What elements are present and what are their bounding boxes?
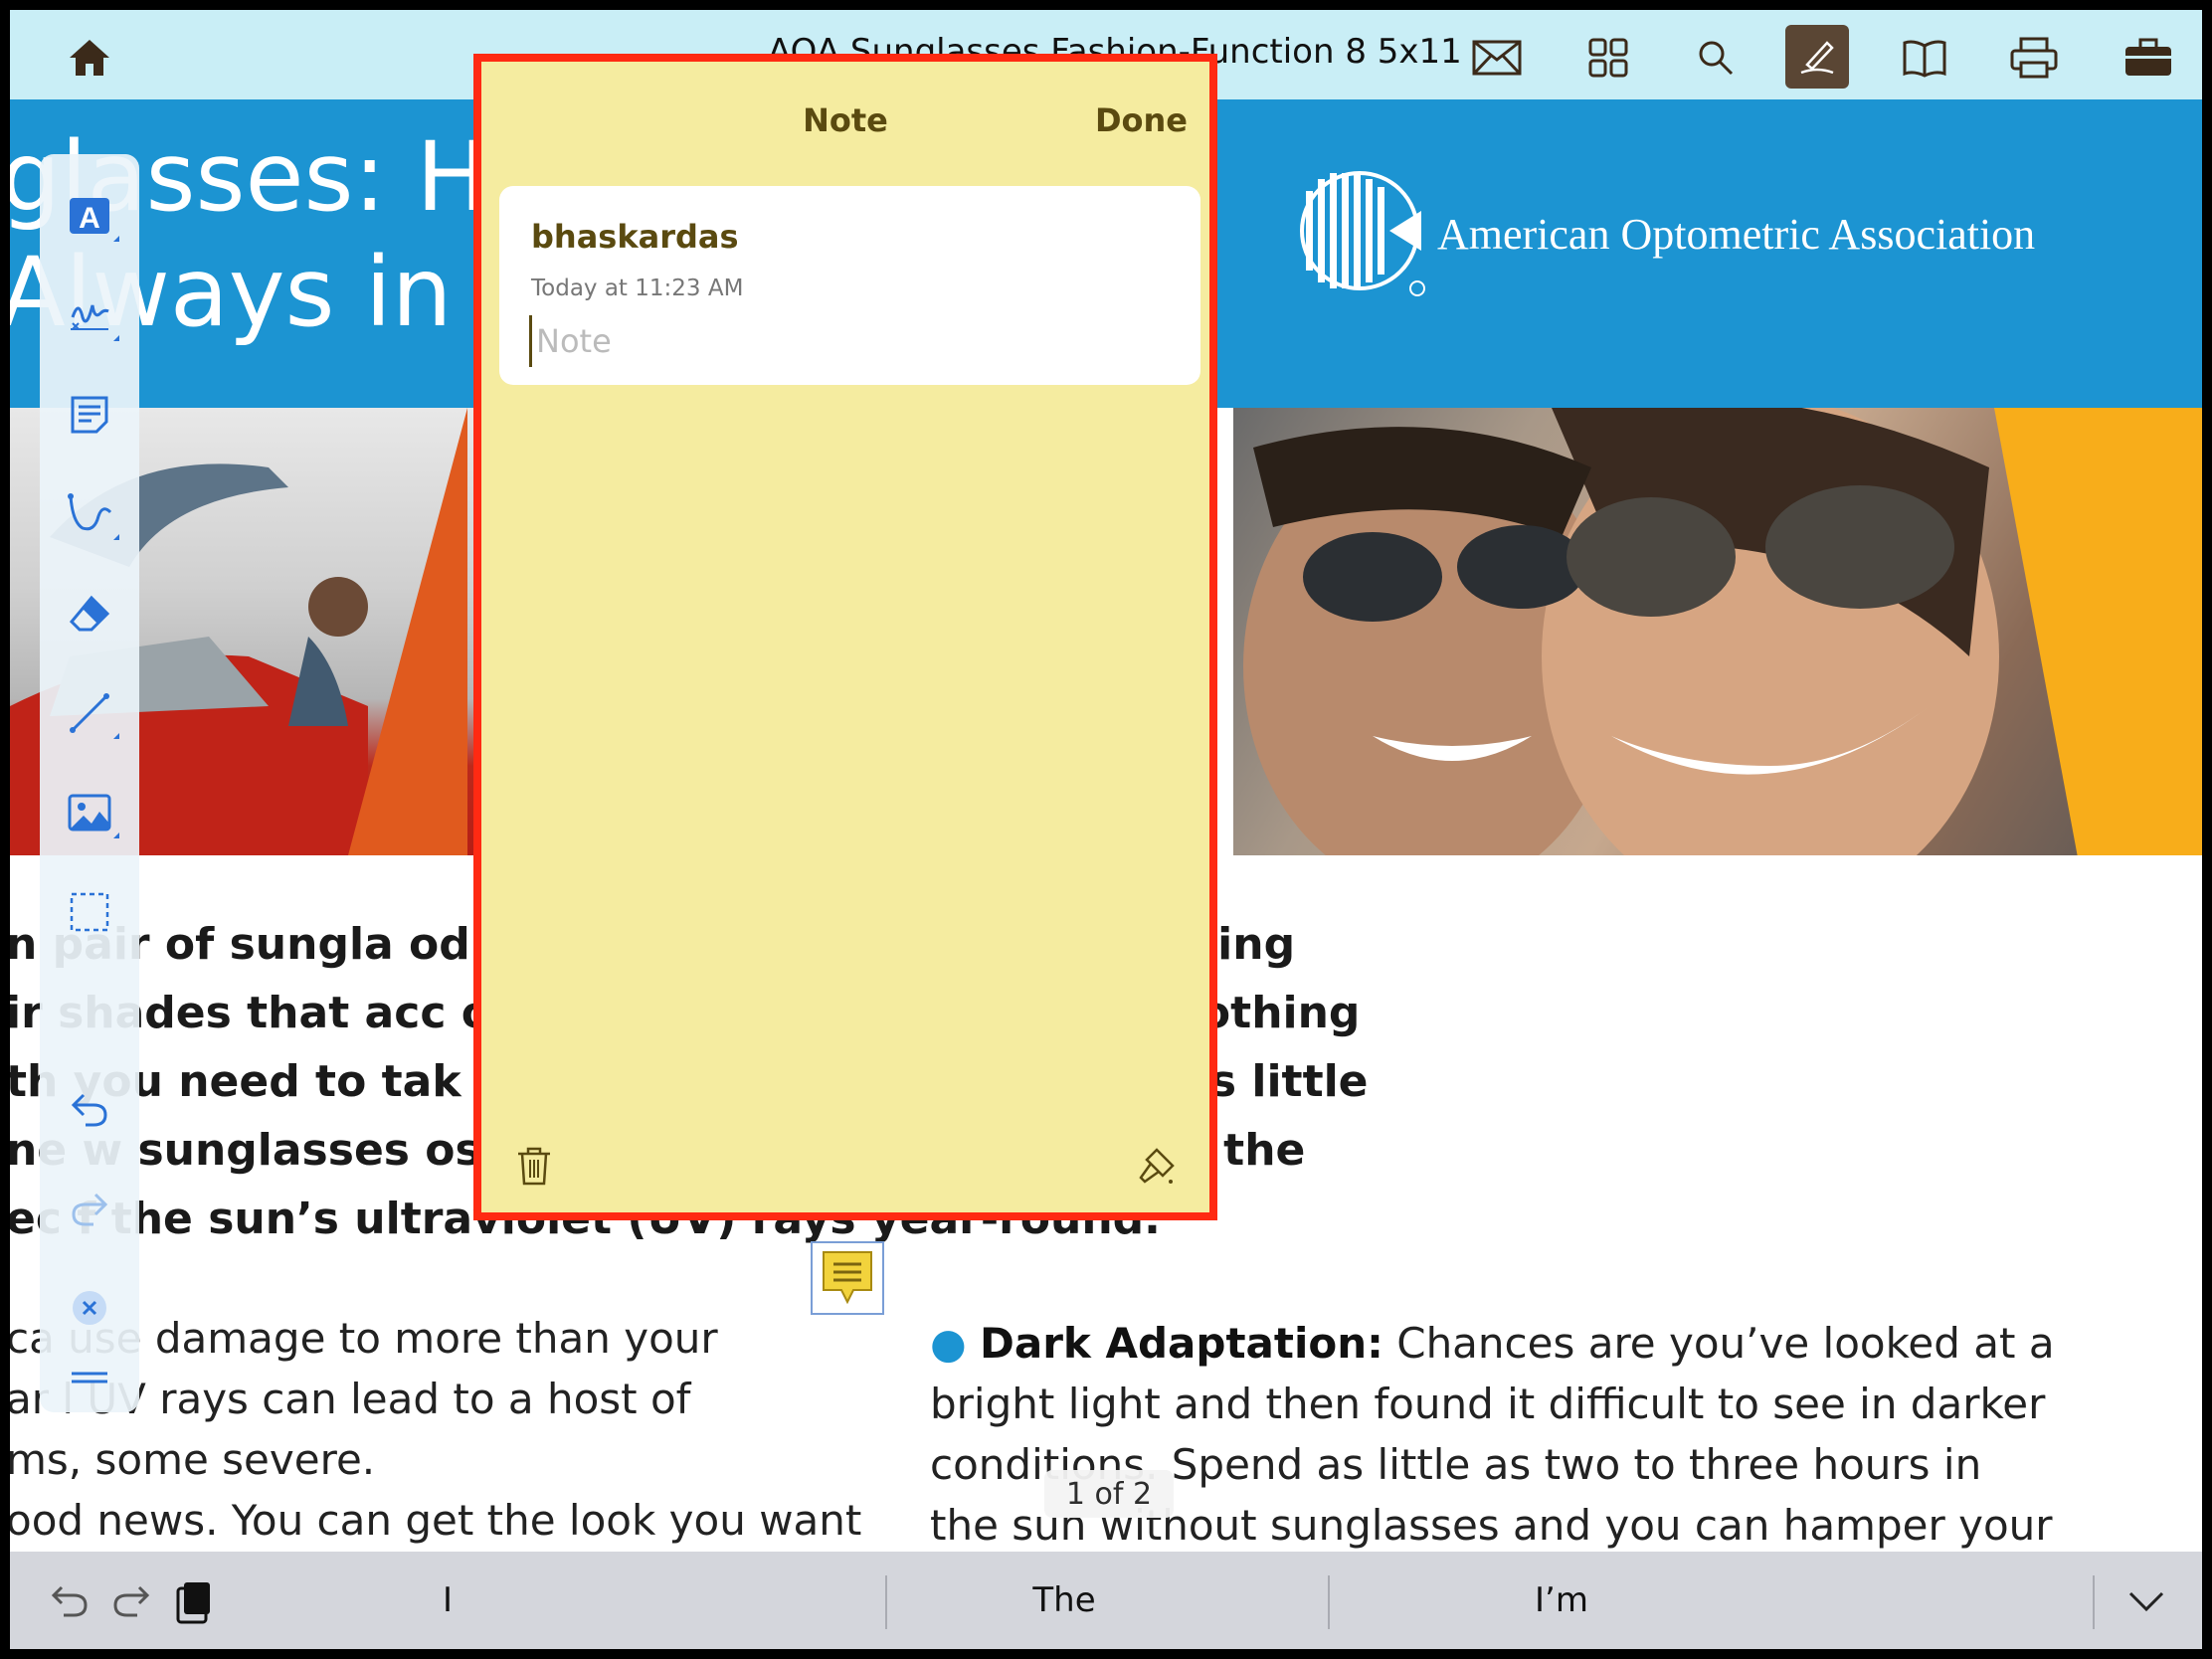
print-icon[interactable] <box>2004 28 2064 88</box>
annotate-icon[interactable] <box>1785 25 1849 89</box>
keyboard-suggestion-bar: I The I’m <box>10 1552 2202 1649</box>
body-line: ood news. You can get the look you want <box>10 1496 862 1545</box>
orange-accent-shape <box>348 408 467 855</box>
signature-icon[interactable] <box>60 285 119 345</box>
suggestion-3[interactable]: I’m <box>1338 1552 1785 1649</box>
keyboard-redo-icon[interactable] <box>101 1571 161 1631</box>
keyboard-undo-icon[interactable] <box>40 1571 99 1631</box>
suggestion-divider <box>885 1575 887 1629</box>
app-window: AOA Sunglasses Fashion-Function 8 5x11 g… <box>10 10 2202 1649</box>
bookmarks-icon[interactable] <box>1895 28 1954 88</box>
thumbnails-icon[interactable] <box>1578 28 1638 88</box>
body-line: bright light and then found it difficult… <box>930 1380 2046 1428</box>
briefcase-icon[interactable] <box>2119 28 2178 88</box>
suggestion-2[interactable]: The <box>895 1552 1233 1649</box>
done-button[interactable]: Done <box>1095 101 1188 139</box>
handle-icon[interactable] <box>60 1348 119 1407</box>
note-text-input[interactable] <box>529 315 1175 367</box>
svg-text:A: A <box>79 202 100 235</box>
eraser-icon[interactable] <box>60 584 119 644</box>
bullet-text: Chances are you’ve looked at a <box>1382 1319 2055 1368</box>
suggestion-divider <box>2093 1575 2095 1629</box>
note-icon[interactable] <box>60 385 119 445</box>
trash-icon[interactable] <box>509 1141 559 1191</box>
paste-icon[interactable] <box>164 1571 224 1631</box>
aoa-logo <box>1300 171 1425 296</box>
note-card: bhaskardas Today at 11:23 AM <box>499 186 1200 385</box>
annotation-toolbar: A <box>40 154 139 1412</box>
note-popover: Note Done bhaskardas Today at 11:23 AM <box>473 54 1217 1220</box>
page-indicator: 1 of 2 <box>1044 1470 1174 1518</box>
redo-icon[interactable] <box>60 1179 119 1238</box>
note-marker-icon <box>823 1251 872 1305</box>
bullet-line: ● Dark Adaptation: Chances are you’ve lo… <box>930 1313 2064 1374</box>
note-timestamp: Today at 11:23 AM <box>531 276 744 301</box>
image-icon[interactable] <box>60 783 119 842</box>
freehand-icon[interactable] <box>60 484 119 544</box>
line-icon[interactable] <box>60 683 119 743</box>
mail-icon[interactable] <box>1467 28 1527 88</box>
note-annotation-marker[interactable] <box>811 1241 884 1315</box>
text-icon[interactable]: A <box>60 186 119 246</box>
body-column-right: ● Dark Adaptation: Chances are you’ve lo… <box>930 1313 2064 1556</box>
bullet-term: Dark Adaptation: <box>980 1319 1383 1368</box>
suggestion-1[interactable]: I <box>259 1552 637 1649</box>
selection-icon[interactable] <box>60 882 119 942</box>
note-author: bhaskardas <box>531 218 739 256</box>
body-line: ms, some severe. <box>10 1435 376 1484</box>
color-picker-icon[interactable] <box>1132 1141 1182 1191</box>
search-icon[interactable] <box>1686 28 1746 88</box>
dismiss-keyboard-icon[interactable] <box>2117 1571 2176 1631</box>
close-icon[interactable] <box>60 1278 119 1338</box>
organization-name: American Optometric Association <box>1437 210 2036 259</box>
home-icon[interactable] <box>60 28 119 88</box>
suggestion-divider <box>1328 1575 1330 1629</box>
undo-icon[interactable] <box>60 1079 119 1139</box>
bullet-dot-icon: ● <box>930 1319 980 1368</box>
